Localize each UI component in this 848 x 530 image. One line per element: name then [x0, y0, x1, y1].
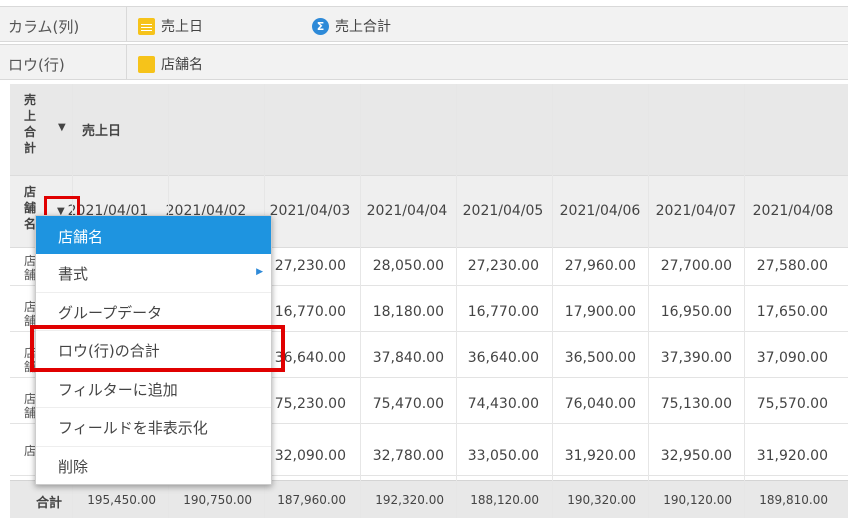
table-cell: 37,390.00	[660, 350, 732, 366]
table-cell: 37,840.00	[372, 350, 444, 366]
column-divider	[360, 84, 361, 518]
column-shelf-label: カラム(列)	[8, 18, 80, 36]
menu-item-label: フィールドを非表示化	[58, 419, 208, 437]
pill-label: 店舗名	[161, 57, 203, 73]
table-cell: 32,780.00	[372, 448, 444, 464]
table-cell: 31,920.00	[564, 448, 636, 464]
date-header: 2021/04/04	[366, 203, 448, 219]
total-cell: 190,120.00	[663, 493, 732, 507]
measure-label: 売上合計	[24, 93, 37, 155]
shelf-divider	[126, 45, 127, 79]
table-cell: 31,920.00	[756, 448, 828, 464]
menu-header: 店舗名	[36, 216, 271, 254]
pill-sales-date[interactable]: 売上日	[138, 16, 203, 36]
date-header: 2021/04/06	[559, 203, 641, 219]
date-header: 2021/04/05	[462, 203, 544, 219]
total-cell: 192,320.00	[375, 493, 444, 507]
column-field-title: 売上日	[82, 124, 122, 139]
highlight-box-row-total	[30, 325, 285, 372]
total-cell: 188,120.00	[470, 493, 539, 507]
pill-sales-total[interactable]: Σ 売上合計	[312, 16, 391, 36]
column-shelf: カラム(列) 売上日 Σ 売上合計	[0, 6, 848, 42]
menu-item-format[interactable]: 書式 ▶	[36, 254, 271, 293]
table-cell: 27,700.00	[660, 258, 732, 274]
table-cell: 33,050.00	[467, 448, 539, 464]
table-cell: 16,950.00	[660, 304, 732, 320]
submenu-arrow-icon: ▶	[256, 267, 263, 277]
column-divider	[648, 84, 649, 518]
table-cell: 74,430.00	[467, 396, 539, 412]
total-cell: 190,320.00	[567, 493, 636, 507]
row-shelf: ロウ(行) 店舗名	[0, 44, 848, 80]
table-cell: 17,900.00	[564, 304, 636, 320]
pill-store-name[interactable]: 店舗名	[138, 54, 203, 74]
column-divider	[744, 84, 745, 518]
sigma-icon: Σ	[312, 17, 329, 35]
column-divider	[552, 84, 553, 518]
shelf-divider	[126, 7, 127, 41]
table-cell: 27,960.00	[564, 258, 636, 274]
menu-item-label: フィルターに追加	[58, 380, 178, 399]
table-cell: 36,500.00	[564, 350, 636, 366]
date-header: 2021/04/08	[752, 203, 834, 219]
total-row: 合計 195,450.00 190,750.00 187,960.00 192,…	[10, 480, 848, 518]
table-cell: 36,640.00	[467, 350, 539, 366]
table-cell: 18,180.00	[372, 304, 444, 320]
menu-item-hide-field[interactable]: フィールドを非表示化	[36, 408, 271, 447]
table-cell: 32,950.00	[660, 448, 732, 464]
table-cell: 27,230.00	[467, 258, 539, 274]
table-cell: 27,580.00	[756, 258, 828, 274]
pill-label: 売上日	[161, 19, 203, 35]
table-cell: 16,770.00	[467, 304, 539, 320]
menu-item-delete[interactable]: 削除	[36, 447, 271, 486]
column-divider	[456, 84, 457, 518]
menu-item-label: グループデータ	[58, 303, 163, 322]
total-cell: 189,810.00	[759, 493, 828, 507]
menu-item-label: 書式	[58, 265, 89, 283]
total-cell: 190,750.00	[183, 493, 252, 507]
total-cell: 195,450.00	[87, 493, 156, 507]
table-cell: 28,050.00	[372, 258, 444, 274]
table-cell: 75,470.00	[372, 396, 444, 412]
table-cell: 37,090.00	[756, 350, 828, 366]
dimension-icon	[138, 55, 155, 73]
row-shelf-label: ロウ(行)	[8, 56, 65, 74]
table-cell: 75,570.00	[756, 396, 828, 412]
table-cell: 17,650.00	[756, 304, 828, 320]
menu-item-add-filter[interactable]: フィルターに追加	[36, 370, 271, 408]
table-cell: 76,040.00	[564, 396, 636, 412]
menu-item-label: 削除	[58, 457, 89, 476]
measure-dropdown-icon[interactable]: ▼	[58, 122, 66, 133]
column-header-row: 売上合計 ▼ 売上日	[10, 84, 848, 176]
calendar-icon	[138, 17, 155, 35]
date-header: 2021/04/07	[655, 203, 737, 219]
total-label: 合計	[36, 496, 63, 511]
date-header: 2021/04/03	[269, 203, 351, 219]
pill-label: 売上合計	[335, 19, 391, 35]
table-cell: 75,130.00	[660, 396, 732, 412]
